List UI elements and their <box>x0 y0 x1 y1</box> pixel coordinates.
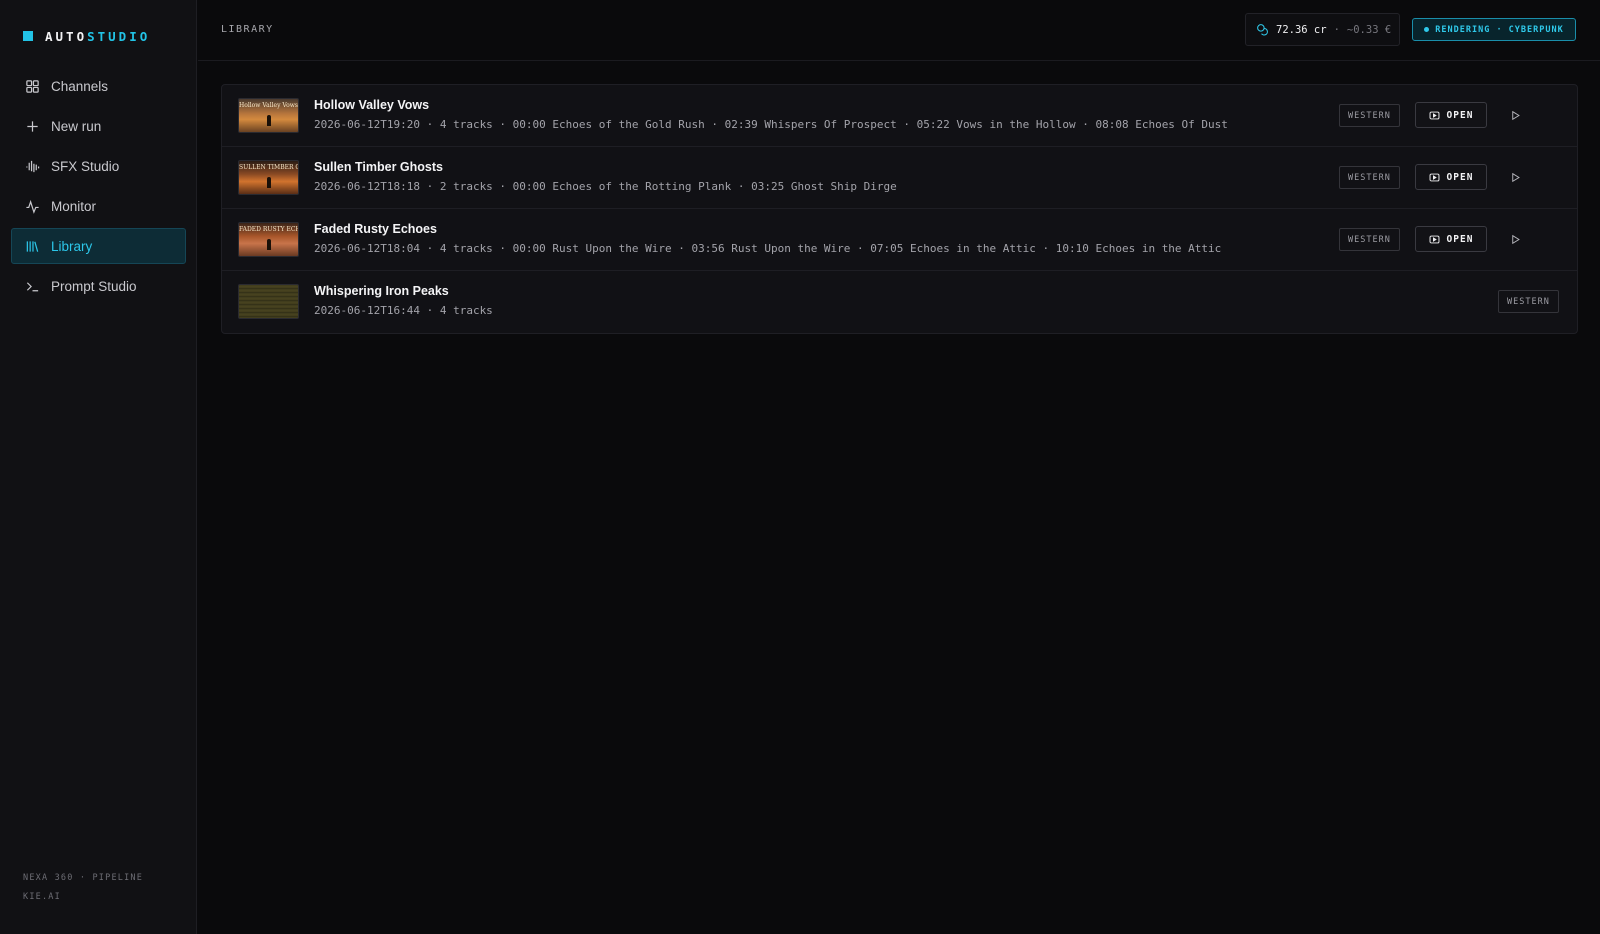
breadcrumb: LIBRARY <box>221 24 274 35</box>
genre-tag: WESTERN <box>1339 166 1400 189</box>
row-title: Sullen Timber Ghosts <box>314 160 443 174</box>
sidebar-item-label: Library <box>51 238 93 254</box>
top-bar: LIBRARY 72.36 cr · ~0.33 € RENDERING · C… <box>198 0 1600 61</box>
genre-tag: WESTERN <box>1498 290 1559 313</box>
app-logo[interactable]: AUTOSTUDIO <box>23 28 150 44</box>
sidebar-footer: NEXA 360 · PIPELINE KIE.AI <box>23 869 143 907</box>
credits-display: 72.36 cr · ~0.33 € <box>1245 13 1400 46</box>
play-button[interactable] <box>1508 232 1522 246</box>
play-icon <box>1511 172 1520 182</box>
play-icon <box>1511 110 1520 120</box>
sidebar-item-new-run[interactable]: New run <box>11 108 186 144</box>
coins-icon <box>1257 24 1268 36</box>
thumbnail-image: Hollow Valley Vows <box>238 98 299 133</box>
sidebar-item-library[interactable]: Library <box>11 228 186 264</box>
thumbnail-image: FADED RUSTY ECHOES <box>238 222 299 257</box>
sidebar-item-label: Channels <box>51 78 109 94</box>
row-meta: 2026-06-12T19:20 · 4 tracks · 00:00 Echo… <box>314 118 1228 131</box>
thumbnail-figure <box>267 115 271 126</box>
row-meta: 2026-06-12T18:18 · 2 tracks · 00:00 Echo… <box>314 180 897 193</box>
thumbnail-image <box>238 284 299 319</box>
library-list: Hollow Valley Vows Hollow Valley Vows 20… <box>221 84 1578 334</box>
sidebar-item-label: SFX Studio <box>51 158 120 174</box>
row-title: Faded Rusty Echoes <box>314 222 437 236</box>
play-icon <box>1511 234 1520 244</box>
waveform-icon <box>26 160 40 172</box>
library-row[interactable]: FADED RUSTY ECHOES Faded Rusty Echoes 20… <box>222 209 1577 271</box>
sidebar-item-label: Prompt Studio <box>51 278 137 294</box>
pipeline-label: NEXA 360 · PIPELINE <box>23 873 144 883</box>
thumbnail-title: Hollow Valley Vows <box>239 102 298 109</box>
open-button-label: OPEN <box>1446 171 1474 183</box>
row-title: Whispering Iron Peaks <box>314 284 449 298</box>
video-icon <box>1429 111 1439 119</box>
thumbnail-image: SULLEN TIMBER GHOSTS <box>238 160 299 195</box>
credits-value: 72.36 cr <box>1276 23 1327 36</box>
sidebar-item-channels[interactable]: Channels <box>11 68 186 104</box>
open-button-label: OPEN <box>1446 109 1474 121</box>
sidebar-item-sfx-studio[interactable]: SFX Studio <box>11 148 186 184</box>
library-row[interactable]: SULLEN TIMBER GHOSTS Sullen Timber Ghost… <box>222 147 1577 209</box>
row-title: Hollow Valley Vows <box>314 98 430 112</box>
thumbnail-title: FADED RUSTY ECHOES <box>239 226 298 233</box>
logo-text: AUTOSTUDIO <box>45 28 151 44</box>
grid-icon <box>26 79 39 93</box>
rendering-status-text: RENDERING · CYBERPUNK <box>1435 24 1564 35</box>
sidebar-item-prompt-studio[interactable]: Prompt Studio <box>11 268 186 304</box>
status-dot-icon <box>1424 27 1430 32</box>
sidebar: AUTOSTUDIO Channels New run SFX Studio M… <box>0 0 197 934</box>
provider-label: KIE.AI <box>23 892 61 902</box>
library-row[interactable]: Hollow Valley Vows Hollow Valley Vows 20… <box>222 85 1577 147</box>
row-meta: 2026-06-12T18:04 · 4 tracks · 00:00 Rust… <box>314 242 1222 255</box>
thumbnail-figure <box>267 239 271 250</box>
rendering-status-badge[interactable]: RENDERING · CYBERPUNK <box>1412 18 1576 41</box>
genre-tag: WESTERN <box>1339 228 1400 251</box>
credits-euro: ~0.33 € <box>1346 23 1392 36</box>
thumbnail-title: SULLEN TIMBER GHOSTS <box>239 164 298 171</box>
sidebar-item-label: Monitor <box>51 198 97 214</box>
open-button[interactable]: OPEN <box>1415 102 1487 128</box>
sidebar-nav: Channels New run SFX Studio Monitor Libr… <box>11 68 186 308</box>
thumbnail-figure <box>267 177 271 188</box>
terminal-icon <box>26 281 39 291</box>
plus-icon <box>27 120 38 132</box>
sidebar-item-label: New run <box>51 118 102 134</box>
row-meta: 2026-06-12T16:44 · 4 tracks <box>314 304 493 317</box>
sidebar-item-monitor[interactable]: Monitor <box>11 188 186 224</box>
library-row[interactable]: Whispering Iron Peaks 2026-06-12T16:44 ·… <box>222 271 1577 333</box>
credits-separator: · <box>1333 23 1340 36</box>
open-button[interactable]: OPEN <box>1415 164 1487 190</box>
open-button[interactable]: OPEN <box>1415 226 1487 252</box>
logo-square-icon <box>23 31 33 41</box>
play-button[interactable] <box>1508 108 1522 122</box>
activity-icon <box>26 199 39 214</box>
video-icon <box>1429 173 1439 181</box>
play-button[interactable] <box>1508 170 1522 184</box>
video-icon <box>1429 235 1439 243</box>
open-button-label: OPEN <box>1446 233 1474 245</box>
library-icon <box>26 240 39 252</box>
genre-tag: WESTERN <box>1339 104 1400 127</box>
